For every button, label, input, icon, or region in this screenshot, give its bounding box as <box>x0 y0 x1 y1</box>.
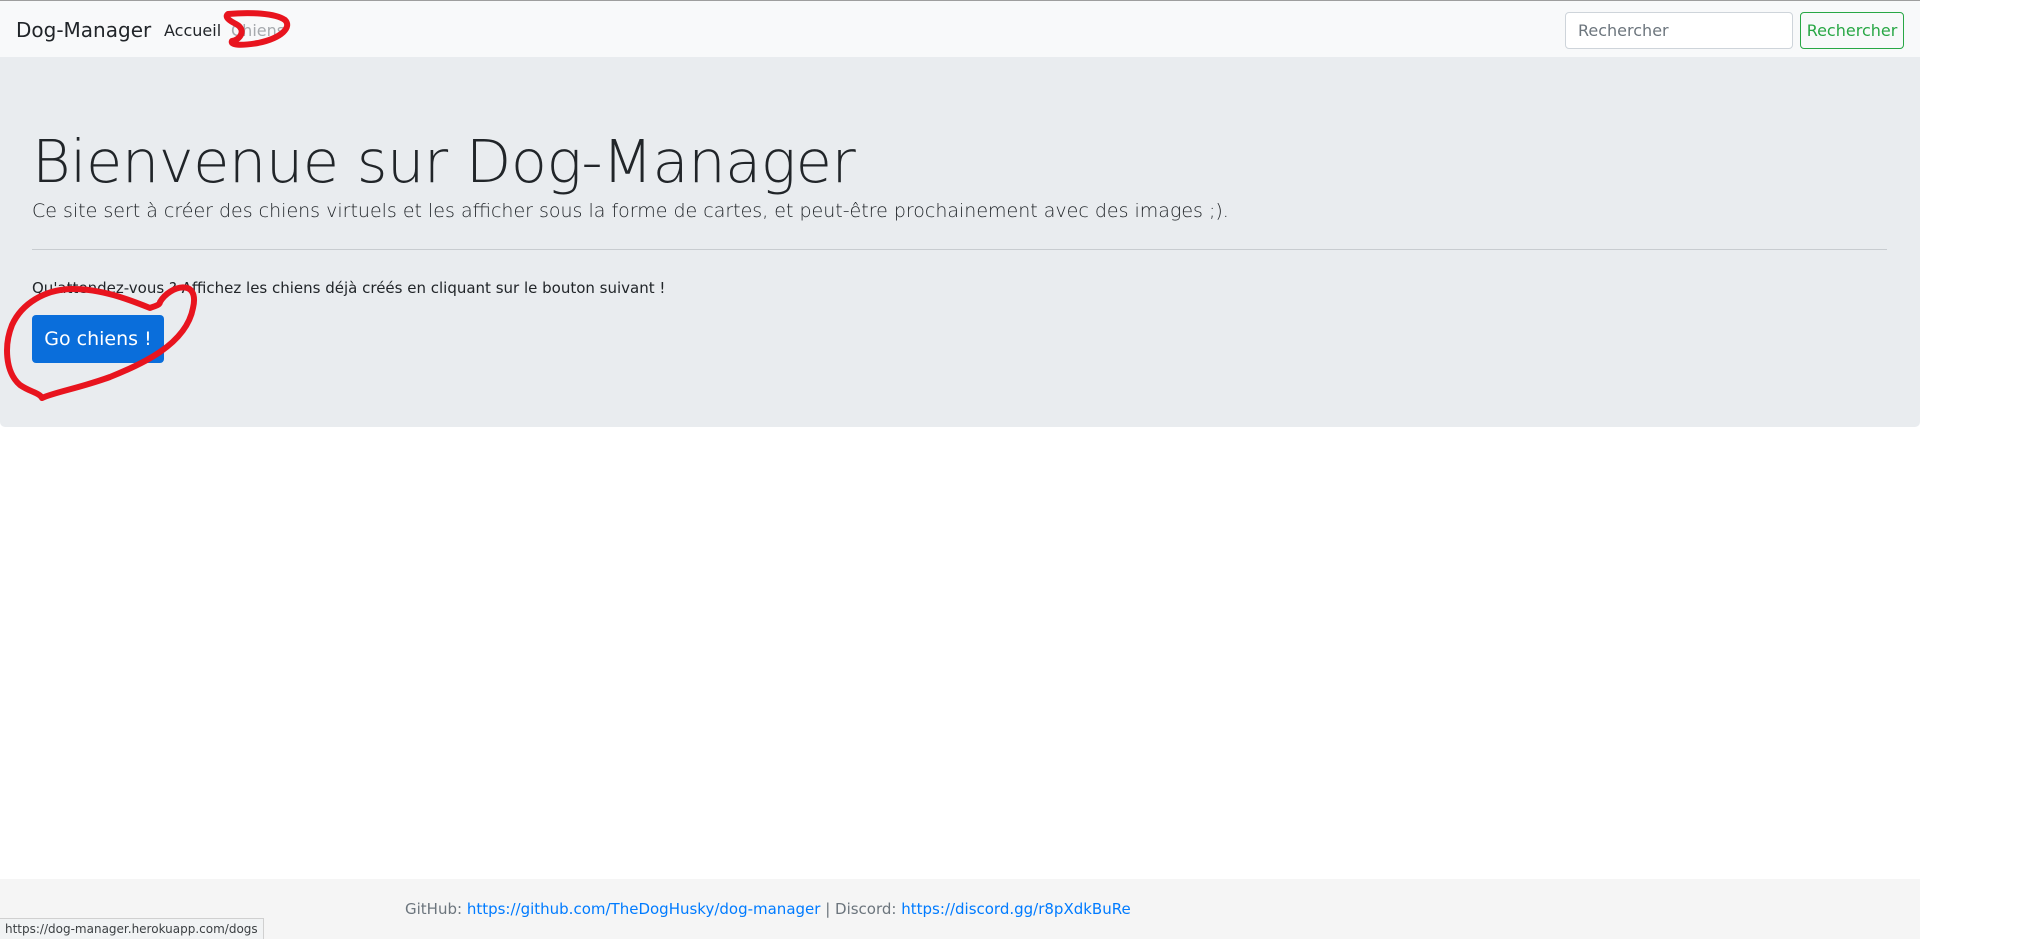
jumbotron: Bienvenue sur Dog-Manager Ce site sert à… <box>0 57 1920 427</box>
divider <box>32 249 1887 250</box>
page: Dog-Manager Accueil Chiens Rechercher Bi… <box>0 0 2024 939</box>
page-title: Bienvenue sur Dog-Manager <box>32 127 856 196</box>
navbar: Dog-Manager Accueil Chiens Rechercher <box>0 0 1920 57</box>
footer: GitHub: https://github.com/TheDogHusky/d… <box>0 879 1920 939</box>
nav-link-accueil[interactable]: Accueil <box>164 21 221 40</box>
github-link[interactable]: https://github.com/TheDogHusky/dog-manag… <box>467 900 821 918</box>
go-chiens-button[interactable]: Go chiens ! <box>32 315 164 363</box>
nav-link-chiens[interactable]: Chiens <box>231 21 285 40</box>
search-input[interactable] <box>1565 12 1793 49</box>
search-button[interactable]: Rechercher <box>1800 12 1904 49</box>
footer-separator: | Discord: <box>820 900 902 918</box>
footer-github-label: GitHub: <box>405 900 467 918</box>
brand-link[interactable]: Dog-Manager <box>16 18 151 42</box>
discord-link[interactable]: https://discord.gg/r8pXdkBuRe <box>901 900 1130 918</box>
lead-text: Ce site sert à créer des chiens virtuels… <box>32 200 1229 222</box>
status-bar-url: https://dog-manager.herokuapp.com/dogs <box>0 918 264 939</box>
footer-text: GitHub: https://github.com/TheDogHusky/d… <box>405 900 1131 918</box>
body-text: Qu'attendez-vous ? Affichez les chiens d… <box>32 279 666 297</box>
